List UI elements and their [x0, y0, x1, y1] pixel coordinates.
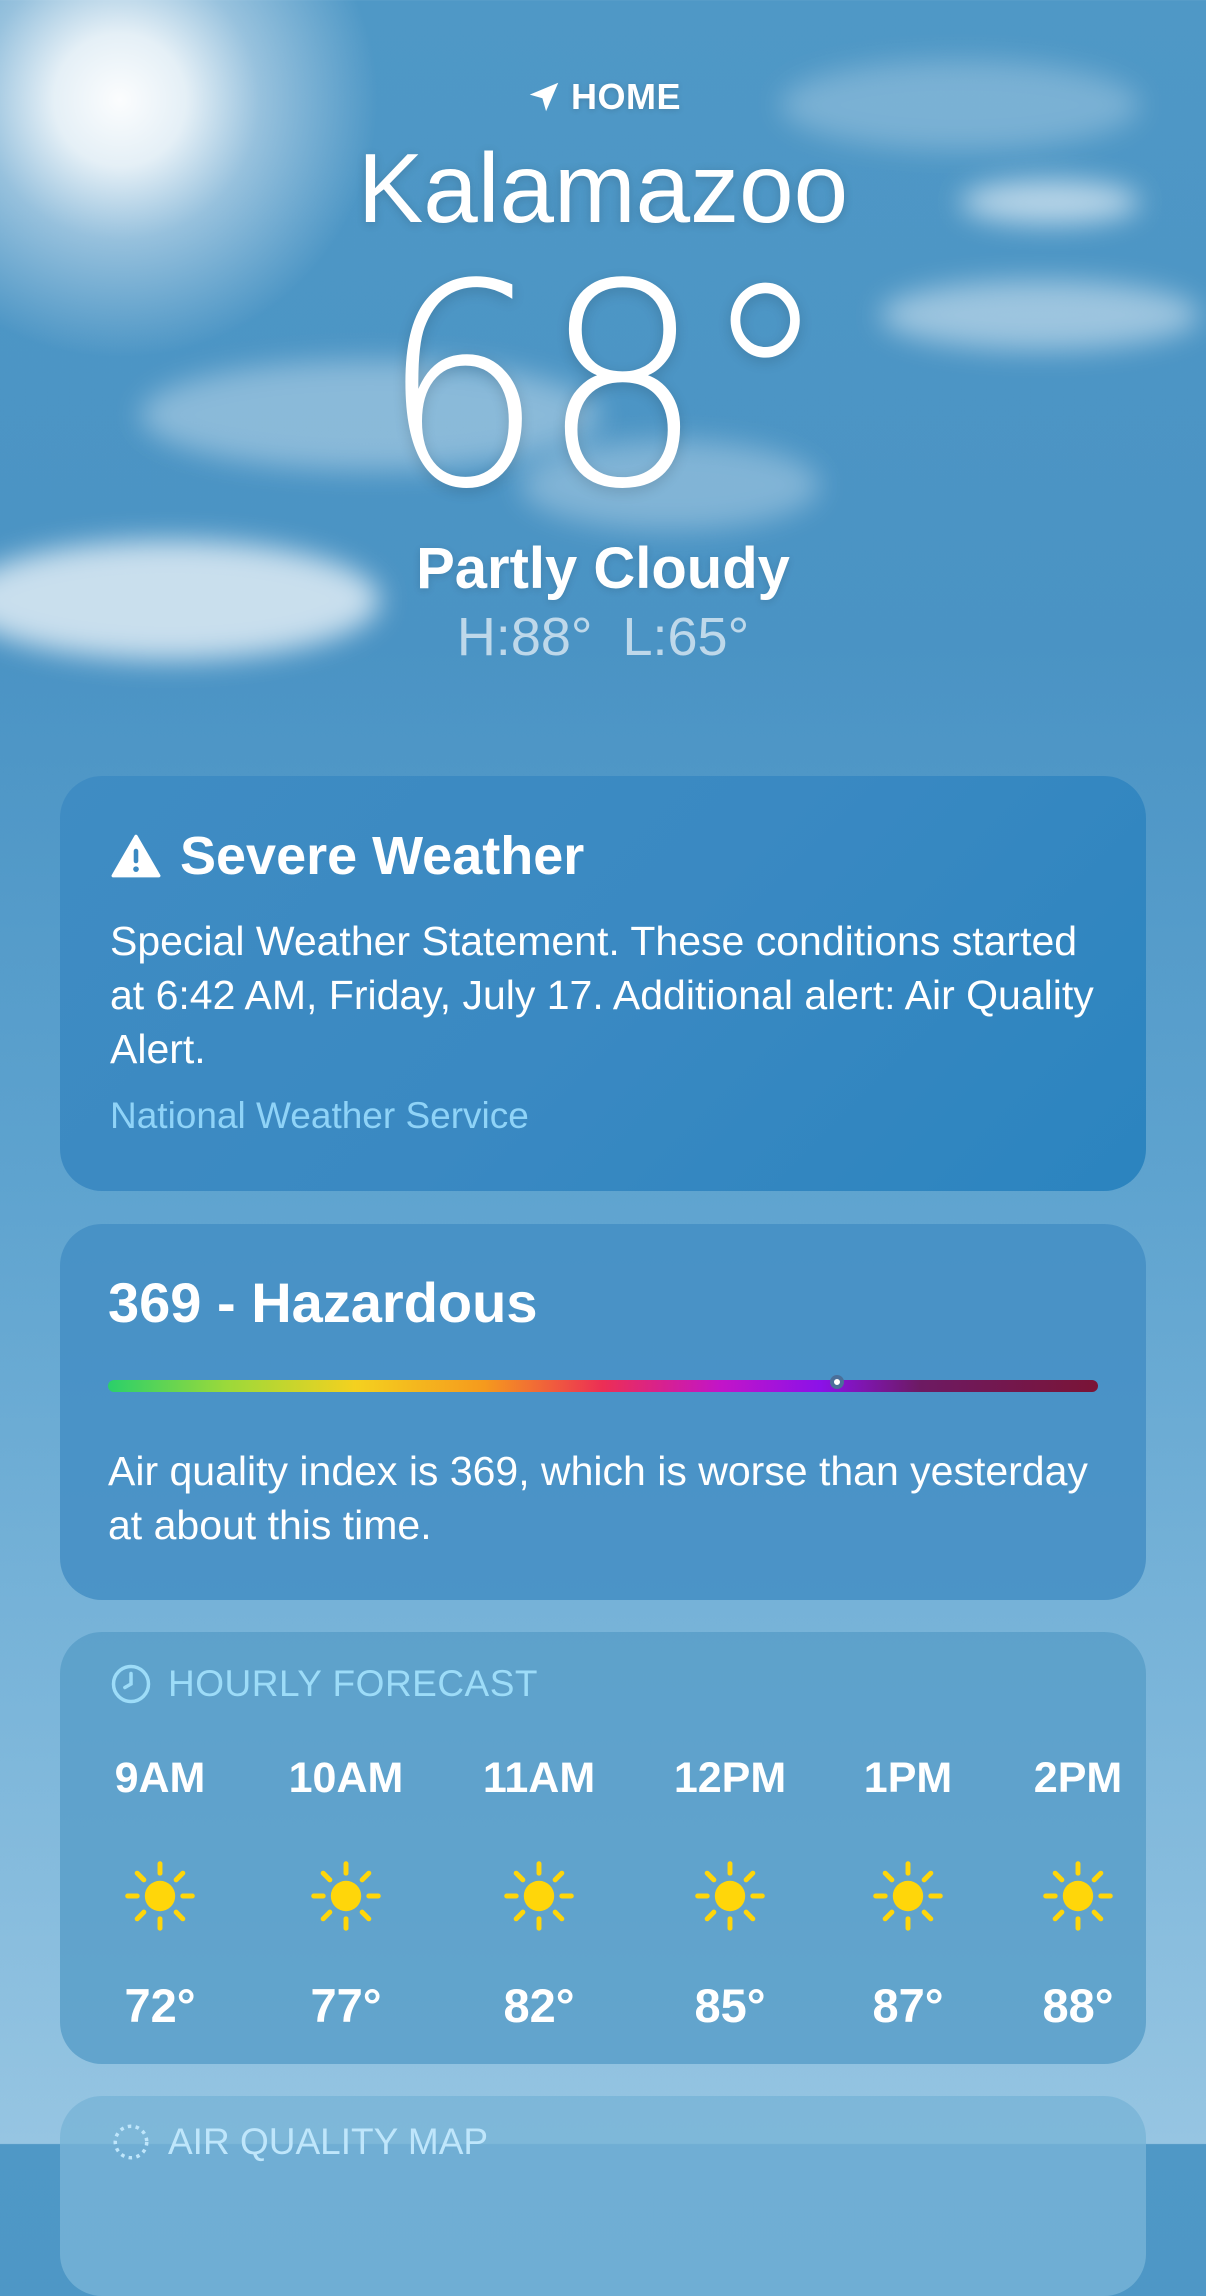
hour-time: 1PM — [863, 1754, 953, 1802]
location-label: HOME — [0, 76, 1206, 118]
location-arrow-icon — [529, 82, 559, 112]
hourly-forecast-card[interactable]: HOURLY FORECAST 9AM 72° 10AM 77° 11AM 82° 12PM… — [60, 1632, 1146, 2064]
hour-time: 2PM — [1033, 1754, 1123, 1802]
hour-temp: 77° — [310, 1979, 382, 2032]
hourly-heading: HOURLY FORECAST — [168, 1663, 539, 1704]
high-low: H:88° L:65° — [0, 604, 1206, 670]
condition-text: Partly Cloudy — [416, 536, 790, 601]
hour-item: 12PM 85° — [640, 1750, 820, 2034]
hour-temp: 82° — [503, 1979, 575, 2032]
hour-time: 10AM — [288, 1754, 404, 1802]
hour-item: 2PM 88° — [988, 1750, 1168, 2034]
hour-item: 1PM 87° — [818, 1750, 998, 2034]
hourly-header: HOURLY FORECAST — [60, 1662, 1146, 1706]
current-temperature: 68° — [0, 238, 1206, 538]
clock-icon — [111, 1664, 151, 1704]
alert-source-link[interactable]: National Weather Service — [110, 1092, 1096, 1140]
hour-temp: 85° — [694, 1979, 766, 2032]
air-quality-map-card[interactable]: AIR QUALITY MAP — [60, 2096, 1146, 2296]
severe-weather-card[interactable]: Severe Weather Special Weather Statement… — [60, 776, 1146, 1191]
hour-temp: 88° — [1042, 1979, 1114, 2032]
aqi-scale-bar — [108, 1375, 1098, 1392]
hour-time: 12PM — [673, 1754, 787, 1802]
hour-item: 10AM 77° — [256, 1750, 436, 2034]
sun-icon — [695, 1861, 765, 1931]
alert-title: Severe Weather — [180, 826, 585, 886]
sun-icon — [125, 1861, 195, 1931]
aqi-description: Air quality index is 369, which is worse… — [108, 1448, 1088, 1548]
hour-item: 9AM 72° — [70, 1750, 250, 2034]
hour-temp: 72° — [124, 1979, 196, 2032]
sun-icon — [1043, 1861, 1113, 1931]
sun-icon — [873, 1861, 943, 1931]
location-label-text: HOME — [571, 76, 681, 117]
current-temperature-value: 68° — [380, 225, 829, 551]
map-icon — [113, 2124, 149, 2160]
high-temp: H:88° — [456, 607, 593, 667]
aqi-indicator-dot — [829, 1375, 844, 1389]
sun-icon — [311, 1861, 381, 1931]
hour-time: 11AM — [482, 1754, 596, 1802]
hour-temp: 87° — [872, 1979, 944, 2032]
sun-icon — [504, 1861, 574, 1931]
hourly-list[interactable]: 9AM 72° 10AM 77° 11AM 82° 12PM 85° 1PM 87° 2PM 88° — [60, 1750, 1146, 2050]
low-temp: L:65° — [622, 607, 750, 667]
map-header: AIR QUALITY MAP — [110, 2120, 1096, 2164]
hour-item: 11AM 82° — [449, 1750, 629, 2034]
hour-time: 9AM — [114, 1754, 206, 1802]
alert-title-row: Severe Weather — [110, 824, 1096, 888]
aqi-title: 369 - Hazardous — [108, 1271, 538, 1334]
warning-triangle-icon — [111, 834, 161, 878]
air-quality-card[interactable]: 369 - Hazardous Air quality index is 369… — [60, 1224, 1146, 1600]
alert-body: Special Weather Statement. These conditi… — [110, 918, 1094, 1072]
map-heading: AIR QUALITY MAP — [168, 2121, 489, 2162]
